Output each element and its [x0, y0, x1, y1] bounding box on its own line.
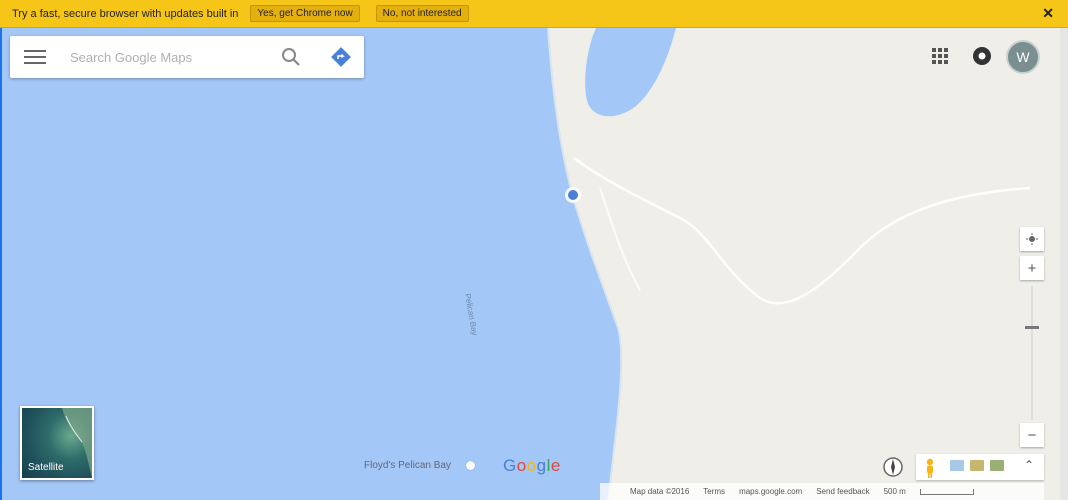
place-dot[interactable]: [466, 461, 475, 470]
chrome-promo-infobar: Try a fast, secure browser with updates …: [0, 0, 1068, 28]
scale-bar: [919, 488, 974, 495]
search-icon[interactable]: [280, 46, 302, 68]
pegman-icon[interactable]: [924, 458, 936, 478]
google-logo-text: Google: [503, 456, 561, 475]
status-bar: Map data ©2016 Terms maps.google.com Sen…: [600, 483, 1044, 500]
map-base: [0, 28, 1068, 500]
hamburger-menu-icon[interactable]: [24, 46, 46, 68]
google-logo: Google: [503, 456, 561, 476]
close-icon[interactable]: ✕: [1042, 5, 1054, 22]
send-feedback-link[interactable]: Send feedback: [816, 487, 869, 496]
terms-link[interactable]: Terms: [703, 487, 725, 496]
location-dot-icon: [565, 187, 581, 203]
expand-up-icon[interactable]: ⌃: [1024, 458, 1034, 472]
avatar[interactable]: W: [1006, 40, 1040, 74]
zoom-out-button[interactable]: −: [1020, 423, 1044, 447]
not-interested-button[interactable]: No, not interested: [375, 5, 469, 22]
satellite-toggle[interactable]: Satellite: [20, 406, 94, 480]
map-data-text: Map data ©2016: [630, 487, 690, 496]
place-label[interactable]: Floyd's Pelican Bay: [364, 460, 451, 471]
zoom-in-button[interactable]: +: [1020, 256, 1044, 280]
search-input[interactable]: [68, 48, 262, 66]
notifications-icon[interactable]: [972, 46, 992, 66]
apps-grid-icon[interactable]: [932, 48, 948, 64]
yes-get-chrome-button[interactable]: Yes, get Chrome now: [250, 5, 360, 22]
infobar-message: Try a fast, secure browser with updates …: [12, 7, 239, 20]
imagery-thumbnail-2[interactable]: [970, 460, 984, 471]
map-canvas[interactable]: Pelican Bay: [0, 28, 1068, 500]
imagery-thumbnail-3[interactable]: [990, 460, 1004, 471]
satellite-label: Satellite: [28, 462, 64, 473]
my-location-glyph: [1026, 233, 1038, 245]
zoom-slider-thumb[interactable]: [1025, 326, 1039, 330]
site-link[interactable]: maps.google.com: [739, 487, 802, 496]
imagery-thumbnail-1[interactable]: [950, 460, 964, 471]
zoom-slider-track[interactable]: [1031, 286, 1033, 420]
search-box: [10, 36, 364, 78]
compass-icon[interactable]: [882, 456, 904, 478]
directions-icon[interactable]: [330, 46, 352, 68]
my-location-icon[interactable]: [1020, 227, 1044, 251]
scale-label: 500 m: [883, 487, 906, 496]
